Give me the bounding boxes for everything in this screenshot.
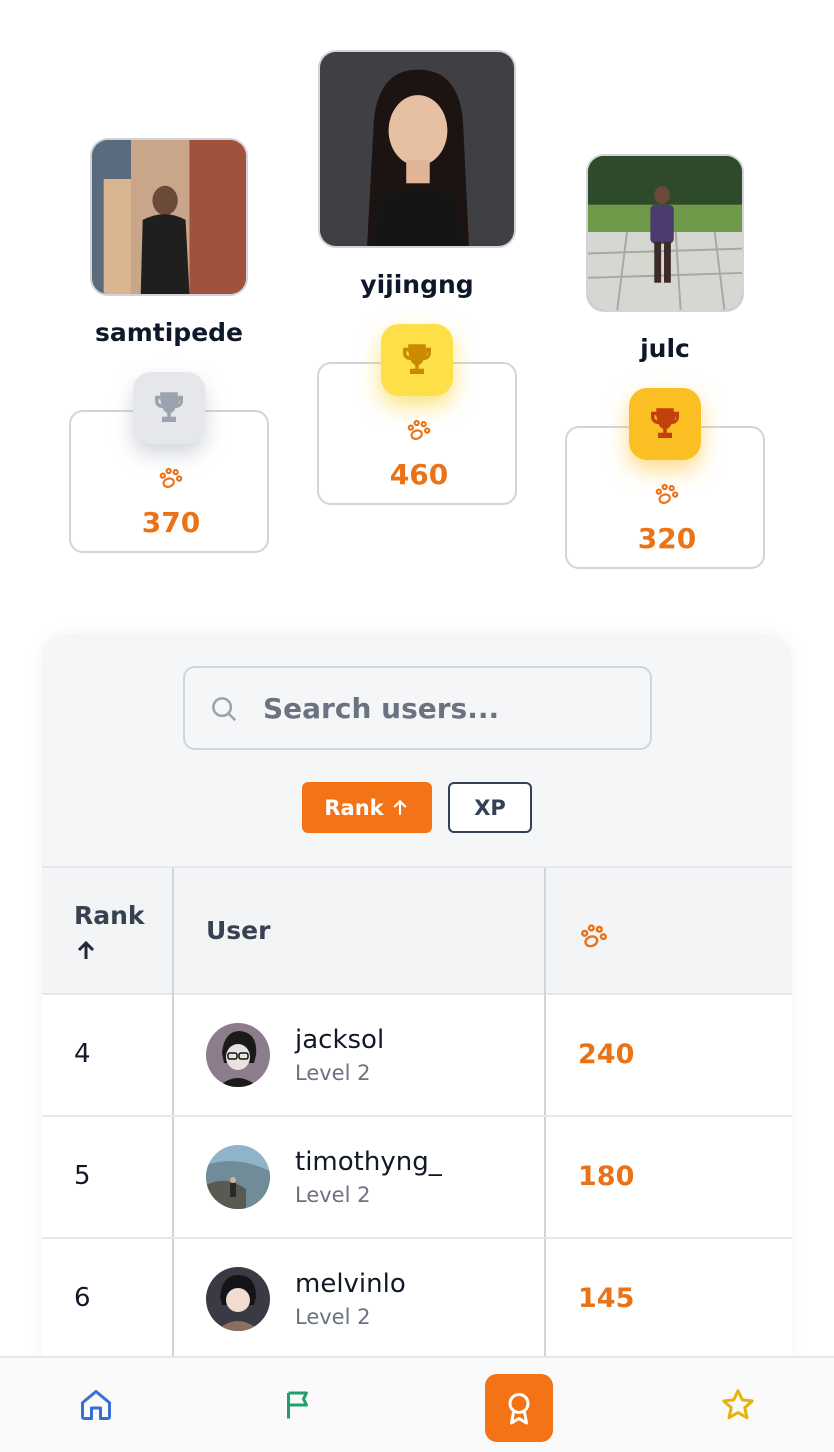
podium: samtipede 370 yijingng 460 julc 320 (0, 0, 834, 600)
username: jacksol (295, 1025, 385, 1055)
search-input[interactable] (263, 686, 633, 730)
avatar[interactable] (206, 1267, 270, 1331)
silver-trophy-icon (133, 372, 205, 444)
column-header-rank-label: Rank (74, 901, 145, 930)
leaderboard-table: Rank User 4 jacksol Level 2 240 5 timoth… (42, 866, 792, 1361)
table-row[interactable]: 4 jacksol Level 2 240 (42, 995, 792, 1117)
bronze-trophy-icon (629, 388, 701, 460)
avatar-image (206, 1145, 270, 1209)
xp-cell: 180 (578, 1161, 635, 1192)
avatar[interactable] (206, 1023, 270, 1087)
rank-cell: 6 (42, 1239, 174, 1359)
leaderboard-panel: Rank XP Rank User 4 jacksol (42, 634, 792, 1434)
podium-username: yijingng (360, 270, 474, 299)
nav-flag[interactable] (259, 1358, 339, 1452)
xp-cell: 145 (578, 1283, 635, 1314)
search-box (183, 666, 652, 750)
user-level: Level 2 (295, 1305, 371, 1329)
avatar[interactable] (206, 1145, 270, 1209)
podium-score: 460 (389, 458, 449, 491)
nav-favorites[interactable] (698, 1358, 778, 1452)
gold-trophy-icon (381, 324, 453, 396)
nav-leaderboard[interactable] (485, 1374, 553, 1442)
paw-icon (405, 416, 433, 444)
search-icon (209, 694, 239, 724)
user-photo-julc[interactable] (586, 154, 744, 312)
podium-score: 320 (637, 522, 697, 555)
flag-icon (287, 1391, 308, 1419)
table-header: Rank User (42, 866, 792, 995)
rank-cell: 5 (42, 1117, 174, 1237)
column-header-xp[interactable] (546, 868, 792, 995)
user-cell: timothyng_ Level 2 (174, 1117, 546, 1237)
sort-rank-label: Rank (324, 795, 384, 820)
username: melvinlo (295, 1269, 406, 1299)
paw-icon (653, 480, 681, 508)
user-level: Level 2 (295, 1183, 371, 1207)
column-header-user[interactable]: User (174, 868, 546, 995)
award-icon (508, 1393, 530, 1425)
nav-home[interactable] (56, 1358, 136, 1452)
sort-rank-button[interactable]: Rank (302, 782, 432, 833)
sort-xp-button[interactable]: XP (448, 782, 532, 833)
arrow-up-icon (393, 799, 407, 815)
avatar-image (206, 1267, 270, 1331)
column-header-rank[interactable]: Rank (42, 868, 174, 995)
avatar-image (206, 1023, 270, 1087)
arrow-up-icon (77, 940, 95, 959)
column-header-user-label: User (206, 916, 271, 945)
table-row[interactable]: 5 timothyng_ Level 2 180 (42, 1117, 792, 1239)
podium-score: 370 (141, 506, 201, 539)
photo-image (320, 52, 514, 246)
user-photo-samtipede[interactable] (90, 138, 248, 296)
user-photo-yijingng[interactable] (318, 50, 516, 248)
user-cell: jacksol Level 2 (174, 995, 546, 1115)
podium-username: julc (640, 334, 690, 363)
star-icon (722, 1389, 754, 1420)
paw-icon (157, 464, 185, 492)
home-icon (81, 1390, 111, 1420)
rank-cell: 4 (42, 995, 174, 1115)
paw-icon (581, 924, 607, 948)
podium-username: samtipede (94, 318, 244, 347)
user-level: Level 2 (295, 1061, 371, 1085)
photo-image (92, 140, 246, 294)
user-cell: melvinlo Level 2 (174, 1239, 546, 1359)
xp-cell: 240 (578, 1039, 635, 1070)
username: timothyng_ (295, 1147, 442, 1177)
photo-image (588, 156, 742, 310)
sort-xp-label: XP (474, 795, 506, 820)
table-row[interactable]: 6 melvinlo Level 2 145 (42, 1239, 792, 1361)
bottom-nav (0, 1356, 834, 1452)
